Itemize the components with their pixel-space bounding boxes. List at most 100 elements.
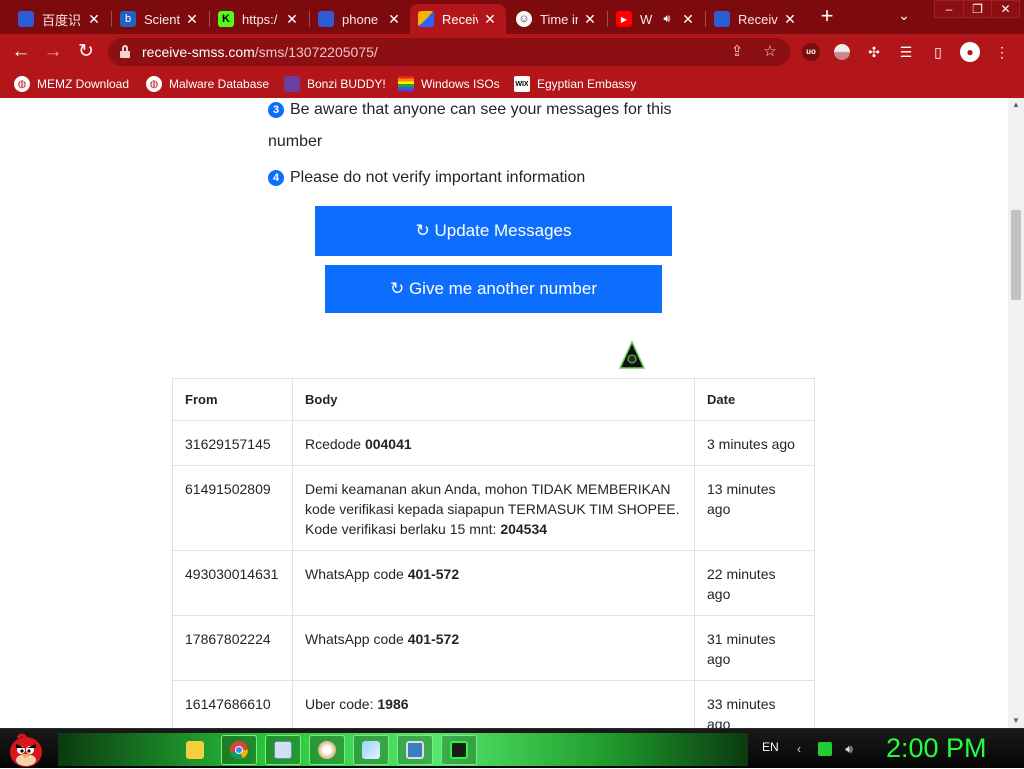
taskbar-paint-icon[interactable] [309, 735, 345, 765]
verification-code[interactable]: 1986 [377, 696, 408, 712]
tab-search-icon[interactable]: ⌄ [894, 7, 914, 27]
taskbar-network-icon[interactable] [353, 735, 389, 765]
tab-receive-smss-active[interactable]: Receiv ✕ [410, 4, 506, 34]
close-tab-icon[interactable]: ✕ [284, 11, 300, 28]
scroll-down-arrow-icon[interactable]: ▼ [1008, 716, 1024, 726]
address-bar[interactable]: receive-smss.com/sms/13072205075/ ⇪ ☆ [108, 38, 790, 66]
bookmark-star-icon[interactable]: ☆ [759, 41, 781, 63]
bookmark-windows-isos[interactable]: Windows ISOs [398, 74, 500, 94]
window-controls: – ❐ ✕ [934, 0, 1020, 18]
table-row: 17867802224 WhatsApp code 401-572 31 min… [172, 615, 815, 681]
tab-phone[interactable]: 🐾 phone ✕ [310, 4, 410, 34]
side-panel-icon[interactable]: ▯ [928, 42, 948, 62]
taskbar-clock[interactable]: 2:00 PM [886, 733, 987, 764]
close-tab-icon[interactable]: ✕ [680, 11, 696, 28]
bookmark-label: MEMZ Download [37, 77, 130, 91]
language-indicator[interactable]: EN [762, 740, 779, 754]
taskbar-folder-icon[interactable] [177, 735, 213, 765]
profile-avatar-icon[interactable]: ● [960, 42, 980, 62]
bookmark-egyptian-embassy[interactable]: WIX Egyptian Embassy [514, 74, 636, 94]
bookmark-label: Windows ISOs [421, 77, 500, 91]
update-messages-button[interactable]: ↻ Update Messages [315, 206, 672, 256]
volume-icon[interactable]: 🔊︎ [842, 742, 856, 756]
close-tab-icon[interactable]: ✕ [782, 11, 798, 28]
tab-baidu-1[interactable]: 🐾 百度识 ✕ [10, 4, 110, 34]
page-scrollbar[interactable]: ▲ ▼ [1008, 98, 1024, 728]
kebab-menu-icon[interactable]: ⋮ [992, 42, 1012, 62]
header-body: Body [292, 378, 695, 421]
ublock-icon[interactable]: uo [802, 43, 820, 61]
taskbar-terminal-icon[interactable] [441, 735, 477, 765]
extension-ball-icon[interactable] [834, 44, 850, 60]
tab-youtube[interactable]: ▶ W 🔊︎ ✕ [608, 4, 704, 34]
tab-title: 百度识 [42, 12, 82, 28]
verification-code[interactable]: 004041 [365, 436, 412, 452]
header-date: Date [694, 378, 815, 421]
close-tab-icon[interactable]: ✕ [184, 11, 200, 28]
tab-kick[interactable]: K https:/ ✕ [210, 4, 308, 34]
cell-body: Rcedode 004041 [292, 420, 695, 466]
tab-receive-2[interactable]: 🐾 Receiv ✕ [706, 4, 806, 34]
rainbow-flag-icon [398, 76, 414, 92]
bookmark-memz[interactable]: ◍ MEMZ Download [14, 74, 129, 94]
url-host: receive-smss.com [142, 44, 255, 60]
taskbar-notepad-icon[interactable] [265, 735, 301, 765]
receive-smss-icon [418, 11, 434, 27]
cell-date: 3 minutes ago [694, 420, 815, 466]
verification-code[interactable]: 401-572 [408, 566, 459, 582]
tab-scientific[interactable]: b Scientu ✕ [112, 4, 208, 34]
cell-date: 33 minutes ago [694, 680, 815, 728]
table-row: 493030014631 WhatsApp code 401-572 22 mi… [172, 550, 815, 616]
reload-icon[interactable]: ↻ [73, 39, 99, 65]
bing-icon: b [120, 11, 136, 27]
scroll-thumb[interactable] [1011, 210, 1021, 300]
cell-from: 493030014631 [172, 550, 293, 616]
bookmark-bonzi[interactable]: Bonzi BUDDY! [284, 74, 386, 94]
taskbar-chrome-icon[interactable] [221, 735, 257, 765]
url-path: /sms/13072205075/ [254, 44, 378, 60]
back-arrow-icon[interactable]: ← [8, 39, 34, 65]
close-tab-icon[interactable]: ✕ [482, 11, 498, 28]
new-tab-button[interactable]: + [815, 5, 839, 29]
bookmark-malware-db[interactable]: ◍ Malware Database [146, 74, 269, 94]
lock-icon[interactable] [120, 45, 130, 58]
close-tab-icon[interactable]: ✕ [86, 11, 102, 28]
bookmark-label: Egyptian Embassy [537, 77, 637, 91]
tab-title: Receiv [442, 11, 478, 27]
url-text[interactable]: receive-smss.com/sms/13072205075/ [142, 44, 378, 60]
body-text: Uber code: [305, 696, 378, 712]
battery-icon[interactable] [818, 742, 832, 756]
forward-arrow-icon[interactable]: → [40, 39, 66, 65]
globe-icon: ◍ [146, 76, 162, 92]
close-tab-icon[interactable]: ✕ [582, 11, 598, 28]
baidu-paw-icon: 🐾 [318, 11, 334, 27]
close-tab-icon[interactable]: ✕ [386, 11, 402, 28]
minimize-button[interactable]: – [935, 1, 963, 18]
angry-bird-start-icon[interactable] [6, 729, 46, 769]
taskbar-display-icon[interactable] [397, 735, 433, 765]
extensions-puzzle-icon[interactable]: ✣ [864, 42, 884, 62]
system-tray: EN ‹ 🔊︎ 2:00 PM [752, 729, 1024, 769]
smiley-icon: ☺ [516, 11, 532, 27]
tab-title: Time ir [540, 11, 578, 27]
share-icon[interactable]: ⇪ [726, 41, 748, 63]
table-row: 16147686610 Uber code: 1986 33 minutes a… [172, 680, 815, 728]
tab-time[interactable]: ☺ Time ir ✕ [508, 4, 606, 34]
bookmark-label: Bonzi BUDDY! [307, 77, 386, 91]
number-4-badge-icon: 4 [268, 170, 284, 186]
verification-code[interactable]: 204534 [500, 521, 547, 537]
close-window-button[interactable]: ✕ [991, 1, 1019, 18]
warning-bullet-3: 3 Be aware that anyone can see your messa… [268, 98, 688, 158]
verification-code[interactable]: 401-572 [408, 631, 459, 647]
another-number-button[interactable]: ↻ Give me another number [325, 265, 662, 313]
youtube-icon: ▶ [616, 11, 632, 27]
baidu-paw-icon: 🐾 [18, 11, 34, 27]
restore-button[interactable]: ❐ [963, 1, 991, 18]
tray-overflow-icon[interactable]: ‹ [792, 742, 806, 756]
scroll-up-arrow-icon[interactable]: ▲ [1008, 100, 1024, 110]
header-from: From [172, 378, 293, 421]
media-queue-icon[interactable]: ☰ [896, 42, 916, 62]
body-text: WhatsApp code [305, 566, 408, 582]
cell-from: 31629157145 [172, 420, 293, 466]
speaker-icon[interactable]: 🔊︎ [660, 11, 674, 27]
